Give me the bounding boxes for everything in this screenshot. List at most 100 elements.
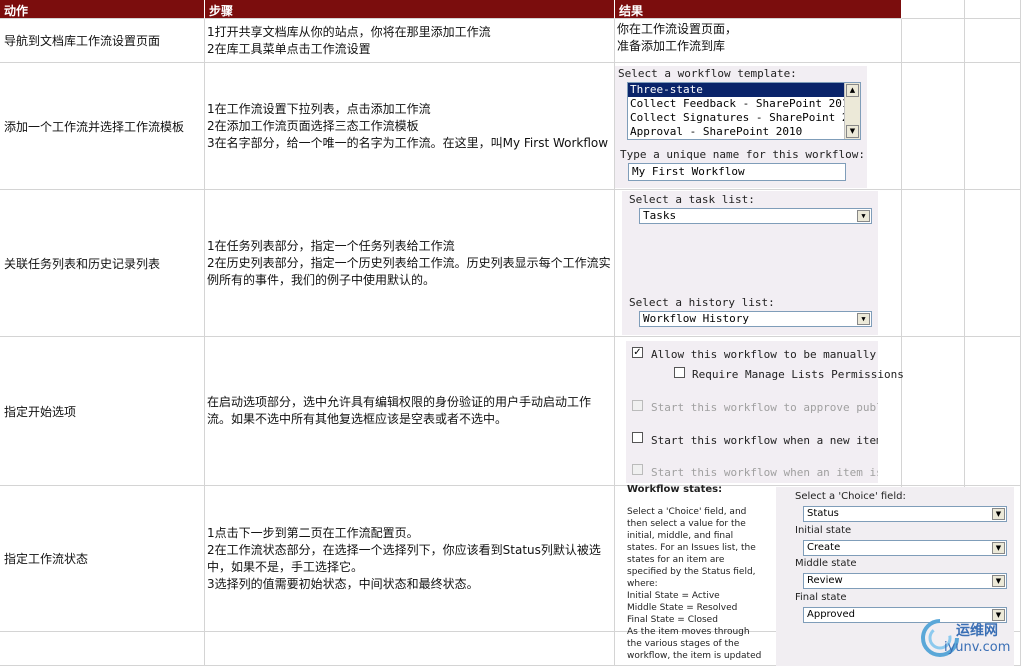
choice-field-value: Status: [807, 508, 839, 519]
step-line: 2在添加工作流页面选择三态工作流模板: [207, 118, 419, 133]
middle-state-value: Review: [807, 575, 843, 586]
workflow-name-input[interactable]: My First Workflow: [628, 163, 846, 181]
empty-cell: [965, 19, 1021, 63]
watermark-logo: 运维网 iyunv.com: [918, 612, 1018, 662]
approve-publishing-label: Start this workflow to approve publishin…: [651, 401, 878, 414]
workflow-name-label: Type a unique name for this workflow:: [620, 148, 866, 161]
step-line: 1在工作流设置下拉列表，点击添加工作流: [207, 101, 431, 116]
row-steps: 在启动选项部分，选中允许具有编辑权限的身份验证的用户手动启动工作流。如果不选中所…: [205, 337, 615, 486]
template-scrollbar[interactable]: ▲ ▼: [844, 83, 860, 139]
choice-field-label: Select a 'Choice' field:: [795, 491, 906, 502]
row-steps: 1点击下一步到第二页在工作流配置页。 2在工作流状态部分，在选择一个选择列下，你…: [205, 486, 615, 632]
template-listbox[interactable]: Three-state Collect Feedback - SharePoin…: [627, 82, 861, 140]
initial-state-label: Initial state: [795, 525, 852, 536]
empty-cell: [902, 337, 965, 486]
new-item-checkbox[interactable]: [632, 432, 643, 443]
empty-cell: [902, 190, 965, 337]
result-line: 你在工作流设置页面，: [617, 22, 738, 36]
manual-start-checkbox[interactable]: ✓: [632, 347, 643, 358]
row-action: 添加一个工作流并选择工作流模板: [0, 63, 205, 190]
template-label: Select a workflow template:: [618, 67, 797, 80]
item-changed-label: Start this workflow when an item is chan…: [651, 466, 878, 479]
step-line: 2在工作流状态部分，在选择一个选择列下，你应该看到Status列默认被选中，如果…: [207, 542, 601, 574]
step-line: 2在历史列表部分，指定一个历史列表给工作流。历史列表显示每个工作流实例所有的事件…: [207, 255, 611, 287]
chevron-down-icon[interactable]: ▼: [992, 575, 1005, 587]
desc-line: initial, middle, and final: [627, 531, 734, 541]
row-steps: 1在任务列表部分，指定一个任务列表给工作流 2在历史列表部分，指定一个历史列表给…: [205, 190, 615, 337]
desc-line: As the item moves through: [627, 627, 750, 637]
task-list-label: Select a task list:: [629, 193, 755, 206]
row-steps: 1在工作流设置下拉列表，点击添加工作流 2在添加工作流页面选择三态工作流模板 3…: [205, 63, 615, 190]
row-action: 指定工作流状态: [0, 486, 205, 632]
desc-line: Select a 'Choice' field, and: [627, 507, 747, 517]
step-line: 2在库工具菜单点击工作流设置: [207, 41, 371, 56]
choice-field-select[interactable]: Status ▼: [803, 506, 1007, 522]
row-action: 指定开始选项: [0, 337, 205, 486]
template-option[interactable]: Three-state: [628, 83, 860, 97]
desc-line: workflow, the item is updated: [627, 651, 762, 661]
empty-cell: [902, 19, 965, 63]
desc-line: specified by the Status field,: [627, 567, 756, 577]
scroll-down-icon[interactable]: ▼: [846, 125, 859, 138]
template-option[interactable]: Approval - SharePoint 2010: [628, 125, 860, 139]
chevron-down-icon[interactable]: ▼: [992, 508, 1005, 520]
history-list-label: Select a history list:: [629, 296, 775, 309]
new-item-label: Start this workflow when a new item is c: [651, 434, 878, 447]
step-line: 1在任务列表部分，指定一个任务列表给工作流: [207, 238, 455, 253]
empty-cell: [902, 0, 965, 19]
initial-state-value: Create: [807, 542, 841, 553]
workflow-states-title: Workflow states:: [627, 484, 723, 495]
step-line: 3选择列的值需要初始状态，中间状态和最终状态。: [207, 576, 479, 591]
middle-state-select[interactable]: Review ▼: [803, 573, 1007, 589]
item-changed-checkbox: [632, 464, 643, 475]
empty-cell: [205, 632, 615, 666]
empty-cell: [902, 63, 965, 190]
desc-line: then select a value for the: [627, 519, 746, 529]
desc-line: where:: [627, 579, 658, 589]
header-steps: 步骤: [205, 0, 615, 19]
chevron-down-icon[interactable]: ▼: [992, 542, 1005, 554]
empty-cell: [965, 0, 1021, 19]
row-action: 关联任务列表和历史记录列表: [0, 190, 205, 337]
result-line: 准备添加工作流到库: [617, 39, 726, 53]
final-state-label: Final state: [795, 592, 847, 603]
manual-start-label: Allow this workflow to be manually start…: [651, 348, 878, 361]
watermark-text: 运维网: [956, 623, 998, 639]
empty-cell: [965, 190, 1021, 337]
workflow-states-description: Select a 'Choice' field, and then select…: [627, 506, 772, 662]
approve-publishing-checkbox: [632, 400, 643, 411]
row-result: 你在工作流设置页面， 准备添加工作流到库: [615, 19, 902, 63]
row-action: 导航到文档库工作流设置页面: [0, 19, 205, 63]
desc-line: states for an item are: [627, 555, 725, 565]
require-permissions-checkbox[interactable]: [674, 367, 685, 378]
empty-cell: [965, 337, 1021, 486]
row-steps: 1打开共享文档库从你的站点，你将在那里添加工作流 2在库工具菜单点击工作流设置: [205, 19, 615, 63]
template-option[interactable]: Collect Feedback - SharePoint 2010: [628, 97, 860, 111]
initial-state-select[interactable]: Create ▼: [803, 540, 1007, 556]
chevron-down-icon[interactable]: ▼: [857, 210, 870, 222]
middle-state-label: Middle state: [795, 558, 857, 569]
desc-line: the various stages of the: [627, 639, 740, 649]
header-result: 结果: [615, 0, 902, 19]
step-line: 1打开共享文档库从你的站点，你将在那里添加工作流: [207, 24, 491, 39]
require-permissions-label: Require Manage Lists Permissions: [692, 368, 904, 381]
desc-line: Final State = Closed: [627, 615, 718, 625]
history-list-value: Workflow History: [643, 312, 749, 325]
watermark-url: iyunv.com: [944, 640, 1011, 655]
step-line: 1点击下一步到第二页在工作流配置页。: [207, 525, 419, 540]
step-line: 在启动选项部分，选中允许具有编辑权限的身份验证的用户手动启动工作流。如果不选中所…: [207, 395, 592, 426]
chevron-down-icon[interactable]: ▼: [857, 313, 870, 325]
task-list-value: Tasks: [643, 209, 677, 222]
final-state-value: Approved: [807, 609, 855, 620]
header-action: 动作: [0, 0, 205, 19]
step-line: 3在名字部分，给一个唯一的名字为工作流。在这里，叫My First Workfl…: [207, 135, 609, 150]
desc-line: states. For an Issues list, the: [627, 543, 756, 553]
empty-cell: [0, 632, 205, 666]
desc-line: Initial State = Active: [627, 591, 720, 601]
task-list-select[interactable]: Tasks ▼: [639, 208, 872, 224]
template-option[interactable]: Collect Signatures - SharePoint 2010: [628, 111, 860, 125]
empty-cell: [965, 63, 1021, 190]
history-list-select[interactable]: Workflow History ▼: [639, 311, 872, 327]
desc-line: Middle State = Resolved: [627, 603, 738, 613]
scroll-up-icon[interactable]: ▲: [846, 84, 859, 97]
